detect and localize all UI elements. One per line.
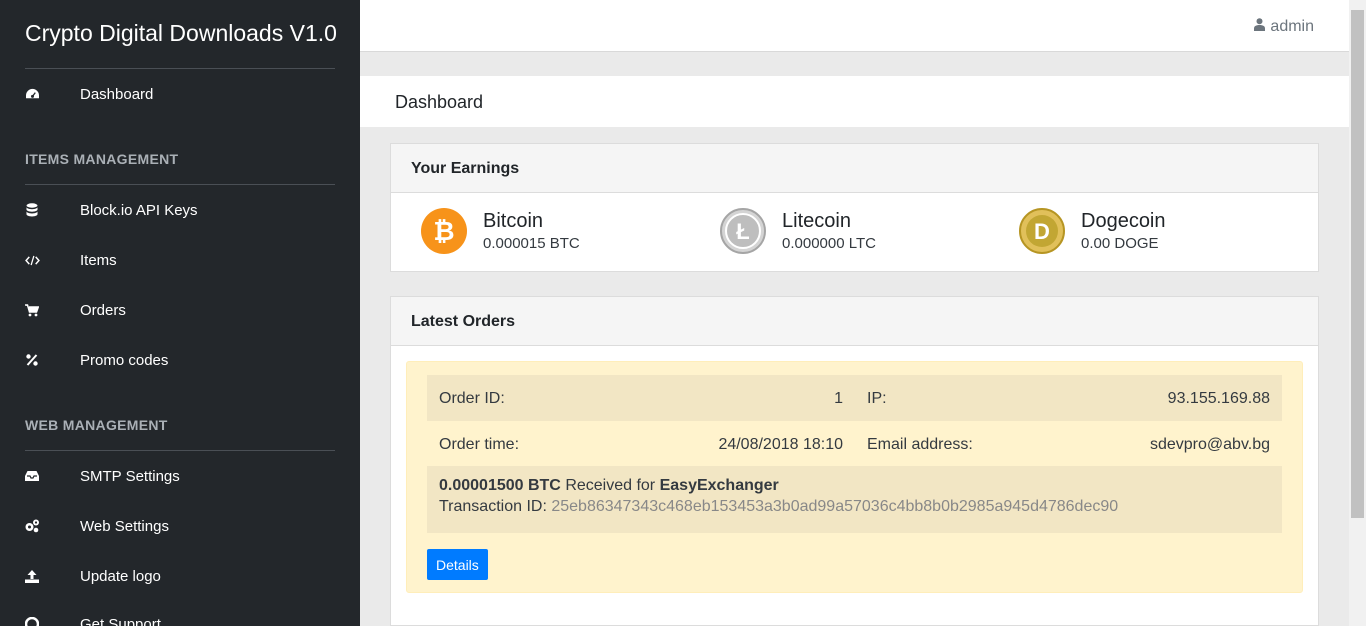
order-item: Order ID: 1 IP: 93.155.169.88 Order time… bbox=[406, 361, 1303, 593]
coin-bitcoin: ₿ Bitcoin 0.000015 BTC bbox=[421, 208, 580, 254]
card-title-prefix: Your bbox=[411, 160, 447, 177]
order-row-time: Order time: 24/08/2018 18:10 Email addre… bbox=[427, 421, 1282, 467]
upload-icon bbox=[24, 568, 40, 584]
code-icon bbox=[24, 252, 40, 268]
cart-icon bbox=[24, 302, 40, 318]
tx-hash[interactable]: 25eb86347343c468eb153453a3b0ad99a57036c4… bbox=[551, 498, 1118, 515]
percent-icon bbox=[24, 352, 40, 368]
divider bbox=[25, 68, 335, 69]
coin-amount: 0.000000 LTC bbox=[782, 235, 876, 252]
order-time-label: Order time: bbox=[439, 436, 520, 453]
database-icon bbox=[24, 202, 40, 218]
dashboard-icon bbox=[24, 86, 40, 102]
coin-amount: 0.000015 BTC bbox=[483, 235, 580, 252]
email-value: sdevpro@abv.bg bbox=[1149, 436, 1270, 453]
sidebar-item-smtp-settings[interactable]: SMTP Settings bbox=[0, 461, 360, 491]
sidebar-item-label: Promo codes bbox=[80, 351, 169, 369]
sidebar-item-update-logo[interactable]: Update logo bbox=[0, 561, 360, 591]
scrollbar[interactable] bbox=[1349, 0, 1366, 626]
coin-amount: 0.00 DOGE bbox=[1081, 235, 1159, 252]
user-menu[interactable]: admin bbox=[1254, 18, 1314, 36]
sidebar-item-items[interactable]: Items bbox=[0, 245, 360, 275]
section-title-items: ITEMS MANAGEMENT bbox=[25, 151, 179, 167]
order-id-label: Order ID: bbox=[439, 390, 505, 407]
user-icon bbox=[1254, 18, 1266, 36]
litecoin-icon: Ł bbox=[720, 208, 766, 254]
tx-label: Transaction ID: bbox=[439, 498, 547, 515]
sidebar-item-web-settings[interactable]: Web Settings bbox=[0, 511, 360, 541]
sidebar-item-dashboard[interactable]: Dashboard bbox=[0, 79, 360, 109]
coin-dogecoin: D Dogecoin 0.00 DOGE bbox=[1019, 208, 1166, 254]
page-header: Dashboard bbox=[360, 76, 1349, 127]
scrollbar-thumb[interactable] bbox=[1351, 10, 1364, 518]
sidebar-item-promo-codes[interactable]: Promo codes bbox=[0, 345, 360, 375]
svg-text:₿: ₿ bbox=[433, 216, 454, 246]
svg-text:D: D bbox=[1034, 219, 1050, 244]
inbox-icon bbox=[24, 468, 40, 484]
sidebar-item-label: SMTP Settings bbox=[80, 467, 180, 485]
sidebar-item-api-keys[interactable]: Block.io API Keys bbox=[0, 195, 360, 225]
gears-icon bbox=[24, 518, 40, 534]
sidebar-item-label: Items bbox=[80, 251, 117, 269]
email-label: Email address: bbox=[867, 436, 973, 453]
earnings-card: Your Earnings ₿ Bitcoin 0.000015 BTC Ł L… bbox=[390, 143, 1319, 272]
sidebar-item-orders[interactable]: Orders bbox=[0, 295, 360, 325]
sidebar-item-label: Get Support bbox=[80, 615, 161, 626]
divider bbox=[25, 450, 335, 451]
section-title-web: WEB MANAGEMENT bbox=[25, 417, 168, 433]
svg-text:Ł: Ł bbox=[736, 219, 749, 244]
sidebar-item-label: Block.io API Keys bbox=[80, 201, 198, 219]
bitcoin-icon: ₿ bbox=[421, 208, 467, 254]
ip-label: IP: bbox=[867, 390, 887, 407]
coin-litecoin: Ł Litecoin 0.000000 LTC bbox=[720, 208, 876, 254]
sidebar-item-label: Web Settings bbox=[80, 517, 169, 535]
order-id-value: 1 bbox=[834, 390, 843, 407]
card-title-bold: Earnings bbox=[450, 160, 520, 177]
card-header: Latest Orders bbox=[391, 297, 1318, 346]
page-title: Dashboard bbox=[395, 92, 484, 112]
coin-name: Litecoin bbox=[782, 210, 851, 232]
order-time-value: 24/08/2018 18:10 bbox=[718, 436, 843, 453]
details-button[interactable]: Details bbox=[427, 549, 488, 580]
brand-title[interactable]: Crypto Digital Downloads V1.0 bbox=[25, 20, 337, 47]
order-product: EasyExchanger bbox=[659, 477, 779, 494]
ip-value: 93.155.169.88 bbox=[1167, 390, 1270, 407]
sidebar-item-label: Orders bbox=[80, 301, 126, 319]
card-title-bold: Orders bbox=[462, 313, 516, 330]
order-transaction: 0.00001500 BTC Received for EasyExchange… bbox=[427, 466, 1282, 533]
sidebar-item-get-support[interactable]: Get Support bbox=[0, 609, 360, 626]
order-amount: 0.00001500 BTC bbox=[439, 477, 561, 494]
dogecoin-icon: D bbox=[1019, 208, 1065, 254]
received-text: Received for bbox=[565, 477, 656, 494]
support-icon bbox=[24, 616, 40, 626]
coin-name: Dogecoin bbox=[1081, 210, 1166, 232]
order-row-id: Order ID: 1 IP: 93.155.169.88 bbox=[427, 375, 1282, 421]
sidebar-item-label: Dashboard bbox=[80, 85, 154, 103]
user-name: admin bbox=[1270, 18, 1314, 35]
sidebar: Crypto Digital Downloads V1.0 Dashboard … bbox=[0, 0, 360, 626]
sidebar-item-label: Update logo bbox=[80, 567, 161, 585]
card-header: Your Earnings bbox=[391, 144, 1318, 193]
coin-name: Bitcoin bbox=[483, 210, 544, 232]
topbar: admin bbox=[360, 0, 1349, 52]
divider bbox=[25, 184, 335, 185]
card-title-prefix: Latest bbox=[411, 313, 459, 330]
